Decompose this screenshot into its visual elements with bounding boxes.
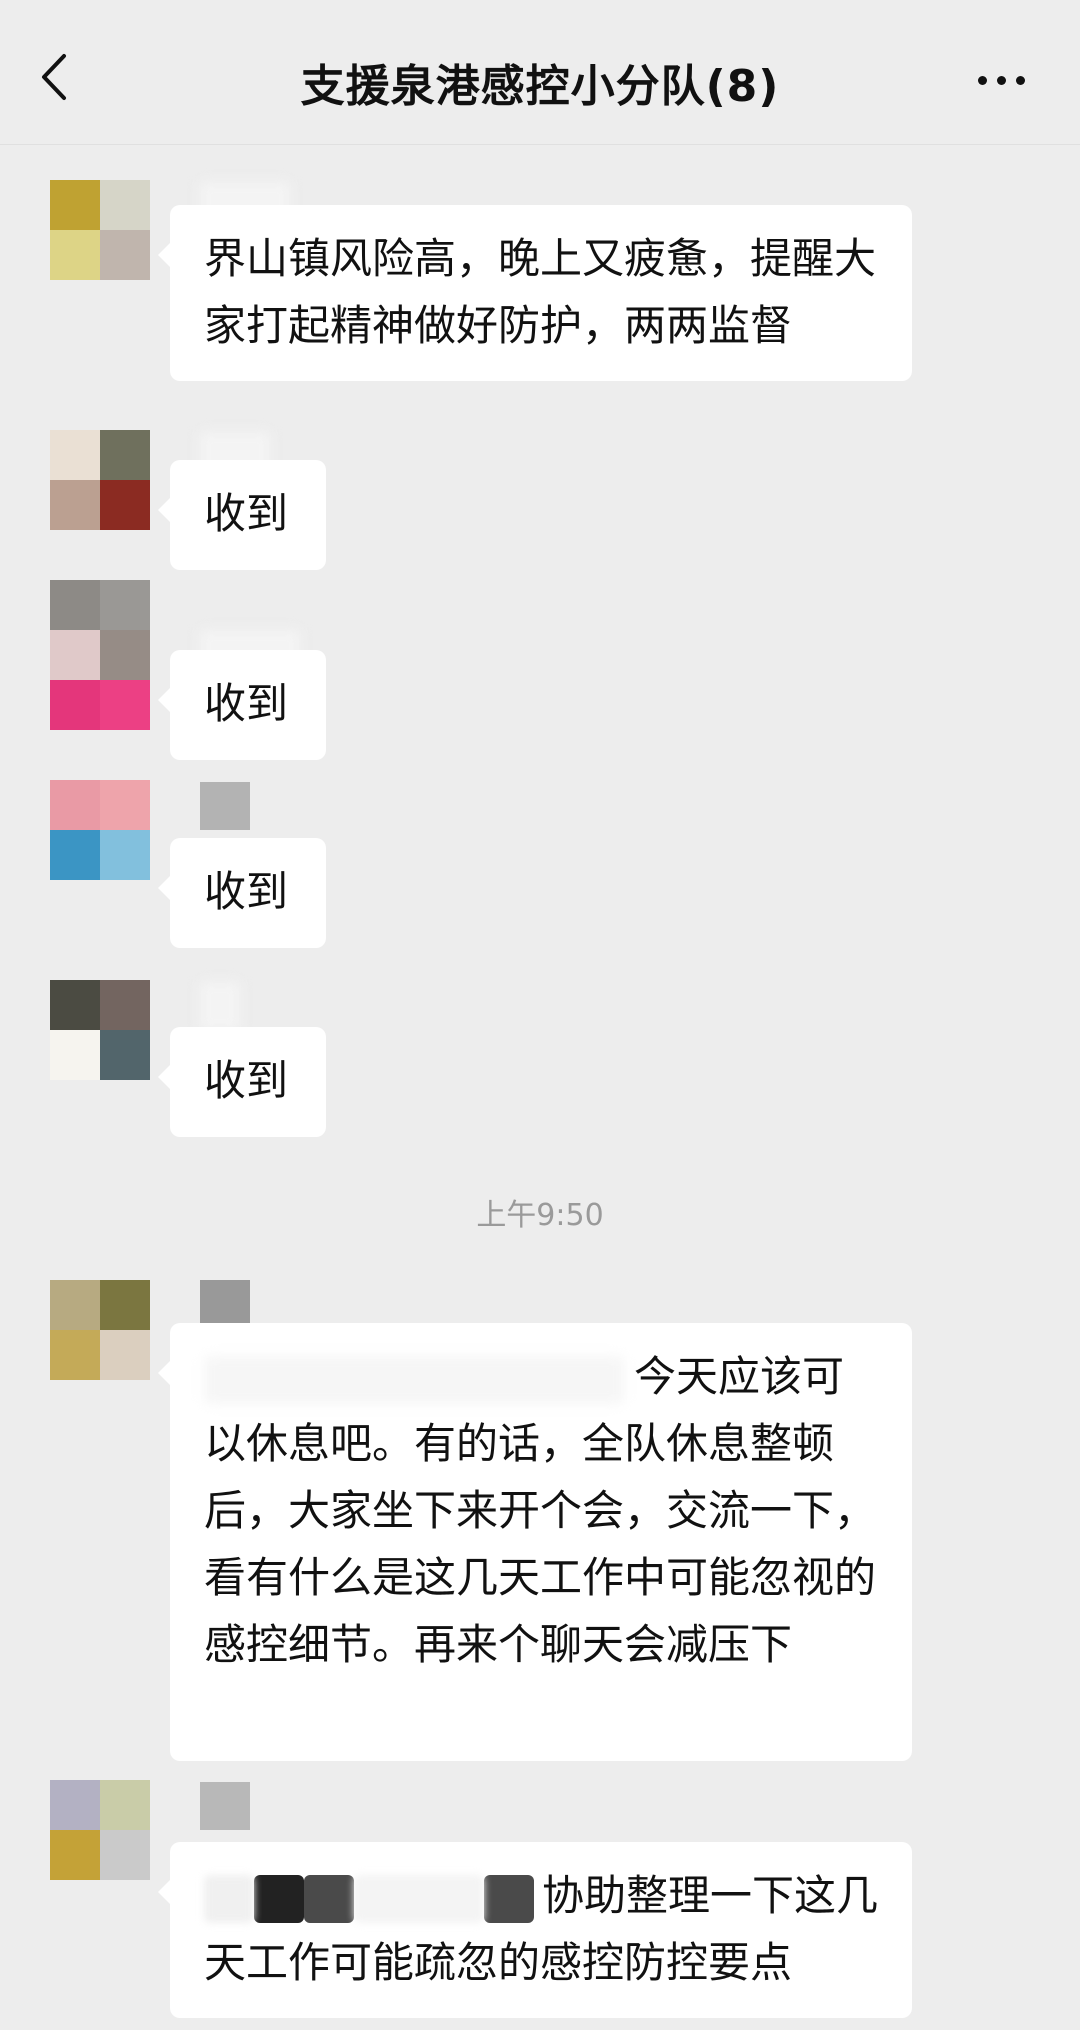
message-bubble[interactable]: 界山镇风险高，晚上又疲惫，提醒大家打起精神做好防护，两两监督 bbox=[158, 205, 912, 381]
avatar[interactable] bbox=[50, 1780, 150, 1880]
redacted-mention bbox=[484, 1874, 534, 1923]
message-bubble[interactable]: 收到 bbox=[158, 838, 326, 948]
chat-header: 支援泉港感控小分队(8) bbox=[0, 0, 1080, 145]
redacted-mention bbox=[354, 1874, 484, 1923]
sender-name-redacted bbox=[200, 1782, 250, 1830]
more-button[interactable] bbox=[972, 60, 1032, 100]
message-bubble[interactable]: 收到 bbox=[158, 460, 326, 570]
more-icon bbox=[978, 76, 987, 85]
avatar[interactable] bbox=[50, 1280, 150, 1380]
message-text: 收到 bbox=[204, 867, 289, 916]
message-bubble[interactable]: 收到 bbox=[158, 1027, 326, 1137]
sender-name-redacted bbox=[200, 982, 240, 1030]
message-text: 收到 bbox=[204, 489, 289, 538]
avatar[interactable] bbox=[50, 180, 150, 280]
redacted-mention bbox=[254, 1874, 304, 1923]
message-bubble[interactable]: 协助整理一下这几天工作可能疏忽的感控防控要点 bbox=[158, 1842, 912, 2018]
sender-name-redacted bbox=[200, 1280, 250, 1328]
message-text: 收到 bbox=[204, 1056, 289, 1105]
redacted-mention bbox=[304, 1874, 354, 1923]
avatar[interactable] bbox=[50, 580, 150, 680]
message-text: 界山镇风险高，晚上又疲惫，提醒大家打起精神做好防护，两两监督 bbox=[204, 234, 877, 350]
chat-title: 支援泉港感控小分队(8) bbox=[300, 61, 780, 112]
redacted-mention bbox=[204, 1874, 254, 1923]
avatar-part bbox=[50, 680, 150, 730]
avatar[interactable] bbox=[50, 780, 150, 880]
message-text: 收到 bbox=[204, 679, 289, 728]
avatar[interactable] bbox=[50, 430, 150, 530]
sender-name-redacted bbox=[200, 782, 250, 830]
redacted-mention bbox=[204, 1355, 624, 1404]
message-bubble[interactable]: 收到 bbox=[158, 650, 326, 760]
message-bubble[interactable]: 今天应该可以休息吧。有的话，全队休息整顿后，大家坐下来开个会，交流一下，看有什么… bbox=[158, 1323, 912, 1761]
avatar[interactable] bbox=[50, 980, 150, 1080]
message-timestamp: 上午9:50 bbox=[476, 1198, 604, 1233]
